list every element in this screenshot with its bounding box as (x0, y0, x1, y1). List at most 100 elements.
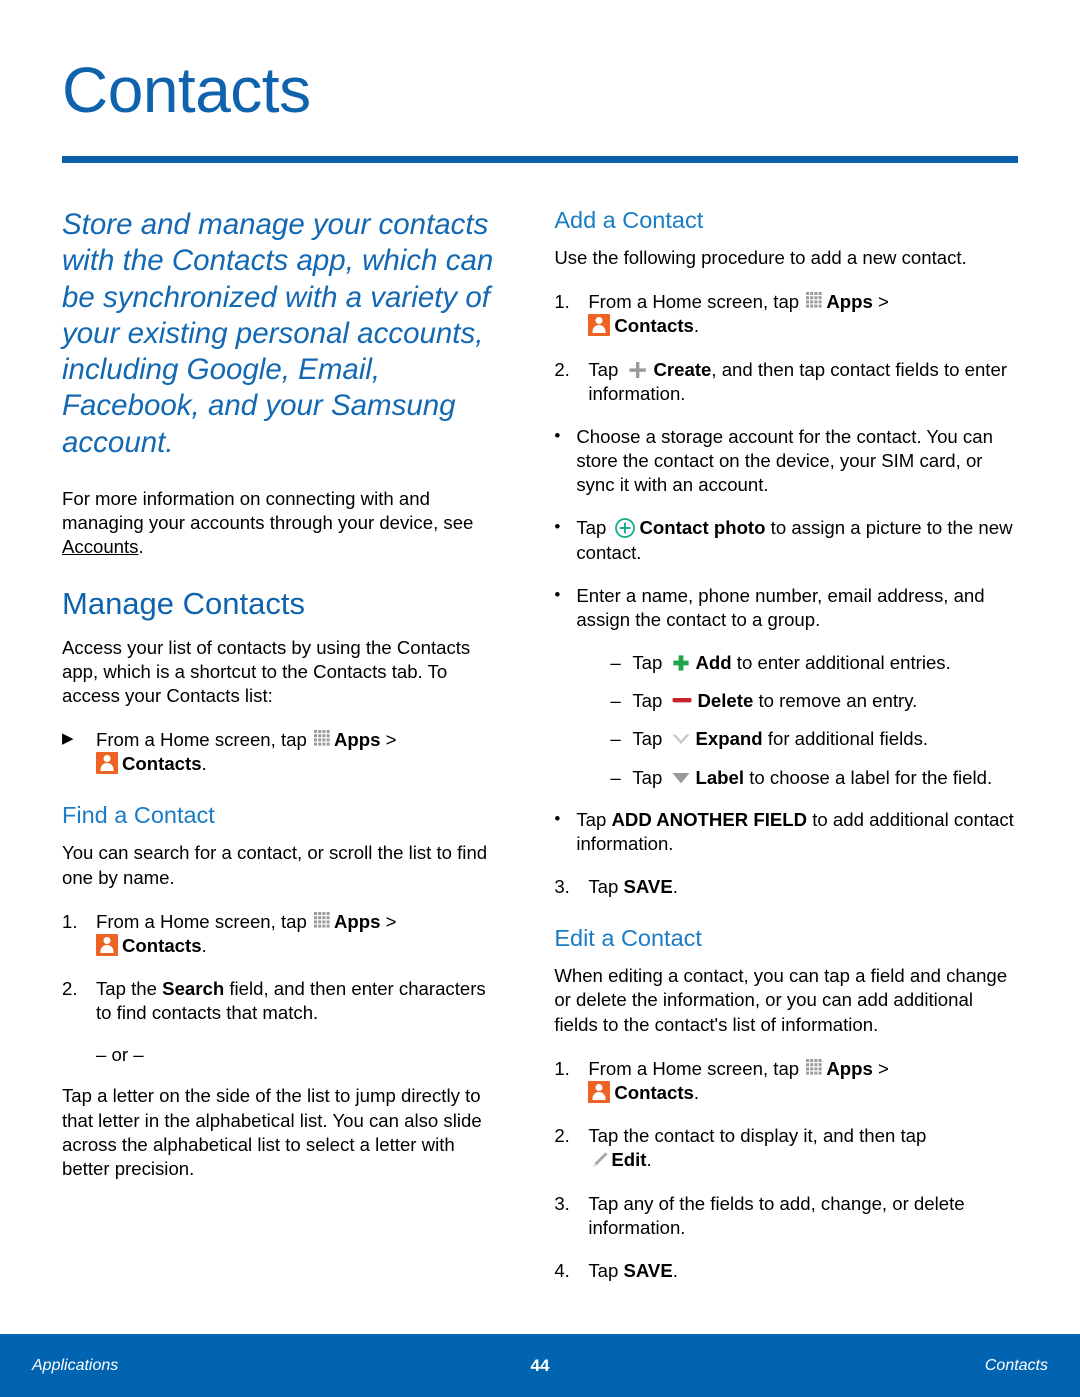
dash-post-text: to choose a label for the field. (744, 766, 993, 788)
apps-icon (806, 292, 825, 311)
add-label: Add (695, 652, 732, 674)
list-item: 1. From a Home screen, tap Apps > Contac… (62, 910, 506, 958)
add-another-field-bullet: • Tap ADD ANOTHER FIELD to add additiona… (554, 808, 1020, 856)
save-label: SAVE (623, 1259, 673, 1281)
dash-pre-text: Tap (632, 652, 668, 674)
list-item: 4. Tap SAVE. (554, 1259, 1020, 1283)
page-title: Contacts (62, 54, 311, 126)
period-text: . (201, 753, 207, 775)
add-contact-steps: 1. From a Home screen, tap Apps > Contac… (554, 290, 1020, 406)
list-item: – Tap Label to choose a label for the fi… (610, 766, 1020, 790)
list-item: • Tap ADD ANOTHER FIELD to add additiona… (554, 808, 1020, 856)
step-pre-text: Tap (588, 358, 624, 380)
bullet-pre-text: Tap (576, 808, 612, 830)
delete-minus-icon (670, 690, 694, 710)
edit-contact-body: When editing a contact, you can tap a fi… (554, 965, 1008, 1035)
list-item: 2. Tap Create, and then tap contact fiel… (554, 358, 1020, 406)
or-separator: – or – (96, 1044, 144, 1066)
add-contact-sub-dashes: – Tap Add to enter additional entries. –… (610, 651, 1020, 790)
step-number: 1. (62, 910, 78, 932)
period-text: . (201, 934, 207, 956)
find-contact-alt-text: Tap a letter on the side of the list to … (62, 1085, 482, 1179)
right-column: Add a Contact Use the following procedur… (554, 207, 1020, 1302)
list-item: • Choose a storage account for the conta… (554, 425, 1020, 498)
list-item: 1. From a Home screen, tap Apps > Contac… (554, 1057, 1020, 1105)
step-number: 3. (554, 876, 570, 898)
apps-label: Apps (826, 1057, 873, 1079)
step-text: Tap SAVE. (588, 875, 1020, 899)
lead-paragraph: Store and manage your contacts with the … (62, 208, 494, 459)
search-field-label: Search (162, 978, 225, 1000)
dash-pre-text: Tap (632, 766, 668, 788)
list-item: – Tap Delete to remove an entry. (610, 689, 1020, 713)
contacts-icon (96, 752, 118, 775)
apps-icon (313, 911, 333, 931)
edit-pencil-icon (588, 1150, 610, 1170)
bullet-text: Tap ADD ANOTHER FIELD to add additional … (576, 808, 1020, 856)
chevron-text: > (380, 910, 397, 932)
list-item: 3. Tap any of the fields to add, change,… (554, 1192, 1020, 1240)
manage-contacts-step-text: From a Home screen, tap Apps > Contacts. (96, 728, 397, 776)
step-text: From a Home screen, tap Apps > Contacts. (588, 290, 1020, 338)
manage-contacts-step: ▶ From a Home screen, tap Apps > Contact… (62, 728, 506, 776)
contacts-label: Contacts (614, 315, 694, 337)
step-number: 2. (62, 978, 78, 1000)
add-contact-step3: 3. Tap SAVE. (554, 875, 1020, 899)
apps-label: Apps (826, 291, 873, 313)
dash-pre-text: Tap (632, 728, 668, 750)
find-contact-steps: 1. From a Home screen, tap Apps > Contac… (62, 910, 506, 1026)
dash-text: Tap Expand for additional fields. (632, 727, 1020, 751)
dash-icon: – (610, 652, 621, 674)
heading-find-a-contact: Find a Contact (62, 802, 215, 829)
edit-label: Edit (611, 1149, 647, 1171)
step-pre-text: Tap the (96, 978, 163, 1000)
list-item: 1. From a Home screen, tap Apps > Contac… (554, 290, 1020, 338)
step-pre-text: Tap the contact to display it, and then … (588, 1125, 927, 1147)
page-footer: Applications 44 Contacts (0, 1334, 1080, 1397)
save-label: SAVE (623, 876, 673, 898)
bullet-dot-icon: • (554, 425, 561, 445)
chevron-text: > (872, 1057, 889, 1079)
contacts-label: Contacts (614, 1081, 694, 1103)
create-label: Create (653, 358, 712, 380)
contacts-icon (96, 933, 118, 956)
step-pre-text: Tap (588, 1259, 624, 1281)
heading-manage-contacts: Manage Contacts (62, 586, 305, 622)
intro-paragraph: For more information on connecting with … (62, 487, 506, 560)
period-text: . (693, 1081, 700, 1103)
bullet-pre-text: Tap (576, 517, 612, 539)
bullet-dot-icon: • (554, 808, 561, 828)
list-item: 2. Tap the contact to display it, and th… (554, 1124, 1020, 1172)
contacts-icon (588, 314, 611, 337)
add-another-field-label: ADD ANOTHER FIELD (611, 808, 808, 830)
accounts-link[interactable]: Accounts (62, 536, 138, 557)
list-item: • Tap Contact photo to assign a picture … (554, 516, 1020, 564)
edit-contact-steps: 1. From a Home screen, tap Apps > Contac… (554, 1057, 1020, 1283)
step-pre-text: From a Home screen, tap (588, 291, 805, 313)
footer-topic-label: Contacts (984, 1356, 1048, 1374)
dash-text: Tap Delete to remove an entry. (632, 689, 1020, 713)
chevron-text: > (872, 291, 889, 313)
add-contact-bullets: • Choose a storage account for the conta… (554, 425, 1020, 632)
label-label: Label (695, 766, 745, 788)
step-pre-text: Tap (588, 876, 624, 898)
list-item: – Tap Expand for additional fields. (610, 727, 1020, 751)
document-page: Contacts Store and manage your contacts … (0, 0, 1080, 1397)
apps-label: Apps (333, 729, 381, 751)
list-item: • Enter a name, phone number, email addr… (554, 584, 1020, 632)
footer-page-number: 44 (530, 1355, 550, 1375)
expand-label: Expand (695, 728, 763, 750)
dash-post-text: for additional fields. (762, 728, 929, 750)
bullet-dot-icon: • (554, 584, 561, 604)
bullet-arrow-icon: ▶ (62, 730, 74, 748)
heading-edit-a-contact: Edit a Contact (554, 925, 702, 952)
bullet-text: Enter a name, phone number, email addres… (576, 584, 985, 630)
step-pre-text: From a Home screen, tap (96, 910, 312, 932)
label-triangle-down-icon (670, 768, 692, 788)
step-text: Tap the contact to display it, and then … (588, 1124, 1020, 1172)
left-column: Store and manage your contacts with the … (62, 207, 506, 1201)
contacts-label: Contacts (122, 753, 202, 775)
title-divider (62, 156, 1018, 163)
expand-chevron-down-icon (670, 729, 692, 749)
step-text: Tap the Search field, and then enter cha… (96, 977, 506, 1025)
